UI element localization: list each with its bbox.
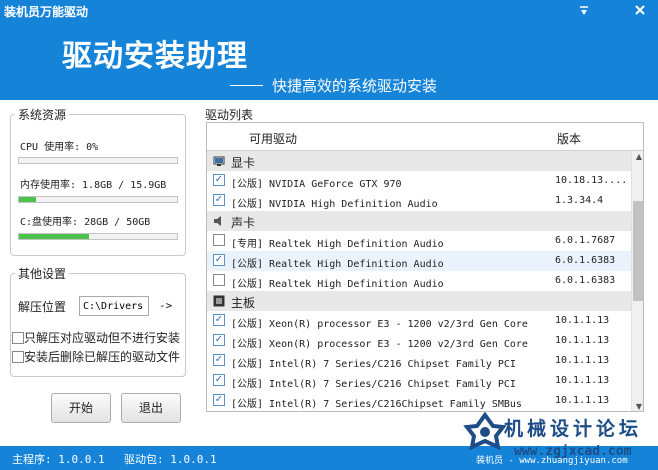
driver-name: [公版] Intel(R) 7 Series/C216Chipset Famil… [231, 399, 522, 410]
category-row: 显卡 [207, 151, 631, 171]
scroll-thumb[interactable] [633, 201, 643, 301]
driver-name: [公版] NVIDIA GeForce GTX 970 [231, 179, 402, 190]
driver-row[interactable]: ✓ [公版] Intel(R) 7 Series/C216Chipset Fami… [207, 391, 631, 411]
delete-after-option[interactable]: 安装后删除已解压的驱动文件 [12, 348, 180, 365]
driver-version: 10.1.1.13 [555, 395, 610, 406]
cpu-usage-bar [18, 157, 178, 164]
memory-usage-fill [19, 197, 37, 202]
driver-name: [公版] Intel(R) 7 Series/C216 Chipset Fami… [231, 359, 516, 370]
driver-row[interactable]: ✓ [公版] Intel(R) 7 Series/C216 Chipset Fam… [207, 371, 631, 391]
category-name: 声卡 [231, 216, 256, 230]
driver-version: 6.0.1.6383 [555, 275, 616, 286]
category-row: 声卡 [207, 211, 631, 231]
driver-row[interactable]: ✓ [公版] NVIDIA GeForce GTX 970 10.18.13.... [207, 171, 631, 191]
delete-after-label: 安装后删除已解压的驱动文件 [24, 350, 181, 364]
driver-checkbox[interactable] [213, 274, 225, 286]
driver-checkbox[interactable]: ✓ [213, 254, 225, 266]
driver-list-legend: 驱动列表 [205, 108, 254, 122]
driver-checkbox[interactable]: ✓ [213, 194, 225, 206]
driver-checkbox[interactable]: ✓ [213, 374, 225, 386]
driver-row[interactable]: ✓ [公版] NVIDIA High Definition Audio 1.3.34… [207, 191, 631, 211]
close-icon[interactable] [630, 1, 650, 20]
scroll-down-icon[interactable]: ▼ [632, 401, 643, 411]
driver-row[interactable]: ✓ [公版] Realtek High Definition Audio 6.0.1… [207, 251, 631, 271]
driver-name: [公版] NVIDIA High Definition Audio [231, 199, 438, 210]
watermark: 机械设计论坛 www.zgjxcad.com [462, 412, 658, 470]
vertical-scrollbar[interactable]: ▲ ▼ [631, 151, 643, 411]
extract-only-checkbox[interactable] [12, 331, 24, 344]
driver-name: [公版] Intel(R) 7 Series/C216 Chipset Fami… [231, 379, 516, 390]
driver-list-header: 可用驱动 版本 [207, 123, 643, 151]
driver-version: 10.1.1.13 [555, 375, 610, 386]
driver-version: 10.1.1.13 [555, 315, 610, 326]
memory-usage-label: 内存使用率: 1.8GB / 15.9GB [20, 180, 167, 191]
category-row: 主板 [207, 291, 631, 311]
disk-usage-fill [19, 234, 89, 239]
minimize-icon[interactable] [574, 1, 594, 20]
disk-usage-label: C:盘使用率: 28GB / 50GB [20, 217, 151, 228]
column-header-version[interactable]: 版本 [557, 130, 581, 147]
driver-name: [公版] Xeon(R) processor E3 - 1200 v2/3rd … [231, 319, 528, 330]
disk-usage-bar [18, 233, 178, 240]
banner-divider [230, 85, 263, 86]
driver-checkbox[interactable] [213, 234, 225, 246]
driver-name: [专用] Realtek High Definition Audio [231, 239, 444, 250]
driver-version: 6.0.1.7687 [555, 235, 616, 246]
driver-checkbox[interactable]: ✓ [213, 334, 225, 346]
motherboard-icon [213, 295, 225, 307]
system-resources-legend: 系统资源 [15, 106, 70, 123]
category-name: 显卡 [231, 156, 256, 170]
extract-only-label: 只解压对应驱动但不进行安装 [24, 331, 181, 345]
driver-version: 10.1.1.13 [555, 335, 610, 346]
driver-checkbox[interactable]: ✓ [213, 394, 225, 406]
main-program-version: 主程序: 1.0.0.1 [12, 453, 105, 466]
scroll-up-icon[interactable]: ▲ [632, 151, 643, 163]
extract-only-option[interactable]: 只解压对应驱动但不进行安装 [12, 329, 180, 346]
driver-name: [公版] Realtek High Definition Audio [231, 279, 444, 290]
driver-version: 1.3.34.4 [555, 195, 604, 206]
banner-subtitle: 快捷高效的系统驱动安装 [272, 77, 438, 95]
start-button[interactable]: 开始 [51, 393, 111, 423]
extract-location-label: 解压位置 [18, 300, 67, 314]
driver-row[interactable]: ✓ [公版] Xeon(R) processor E3 - 1200 v2/3rd… [207, 331, 631, 351]
banner: 驱动安装助理 快捷高效的系统驱动安装 [0, 22, 658, 100]
window-title: 装机员万能驱动 [4, 5, 89, 19]
driver-version: 10.1.1.13 [555, 355, 610, 366]
delete-after-checkbox[interactable] [12, 350, 24, 363]
banner-title: 驱动安装助理 [62, 39, 248, 74]
watermark-logo-icon [463, 412, 507, 451]
driver-checkbox[interactable]: ✓ [213, 174, 225, 186]
title-bar: 装机员万能驱动 [0, 0, 658, 22]
watermark-text: 机械设计论坛 [504, 418, 643, 440]
driver-name: [公版] Xeon(R) processor E3 - 1200 v2/3rd … [231, 339, 528, 350]
exit-button[interactable]: 退出 [121, 393, 181, 423]
driver-row[interactable]: [专用] Realtek High Definition Audio 6.0.1.… [207, 231, 631, 251]
driver-row[interactable]: ✓ [公版] Intel(R) 7 Series/C216 Chipset Fam… [207, 351, 631, 371]
extract-path-input[interactable] [79, 296, 149, 316]
browse-path-button[interactable]: -> [159, 299, 172, 312]
display-icon [213, 156, 225, 166]
driver-pack-version: 驱动包: 1.0.0.1 [124, 453, 217, 466]
minimize-arrow-icon [580, 6, 588, 15]
column-header-driver[interactable]: 可用驱动 [249, 130, 297, 147]
driver-row[interactable]: ✓ [公版] Xeon(R) processor E3 - 1200 v2/3rd… [207, 311, 631, 331]
driver-row[interactable]: [公版] Realtek High Definition Audio 6.0.1.… [207, 271, 631, 291]
driver-name: [公版] Realtek High Definition Audio [231, 259, 444, 270]
watermark-url: www.zgjxcad.com [514, 444, 632, 459]
other-settings-legend: 其他设置 [15, 265, 70, 282]
driver-checkbox[interactable]: ✓ [213, 314, 225, 326]
speaker-icon [214, 216, 221, 226]
driver-list: 可用驱动 版本 显卡 ✓ [公版] NVIDIA GeForce GTX 970 10… [206, 122, 644, 412]
cpu-usage-label: CPU 使用率: 0% [20, 142, 99, 153]
driver-checkbox[interactable]: ✓ [213, 354, 225, 366]
driver-version: 6.0.1.6383 [555, 255, 616, 266]
close-x-icon [635, 5, 645, 15]
memory-usage-bar [18, 196, 178, 203]
driver-version: 10.18.13.... [555, 175, 628, 186]
category-name: 主板 [231, 296, 256, 310]
